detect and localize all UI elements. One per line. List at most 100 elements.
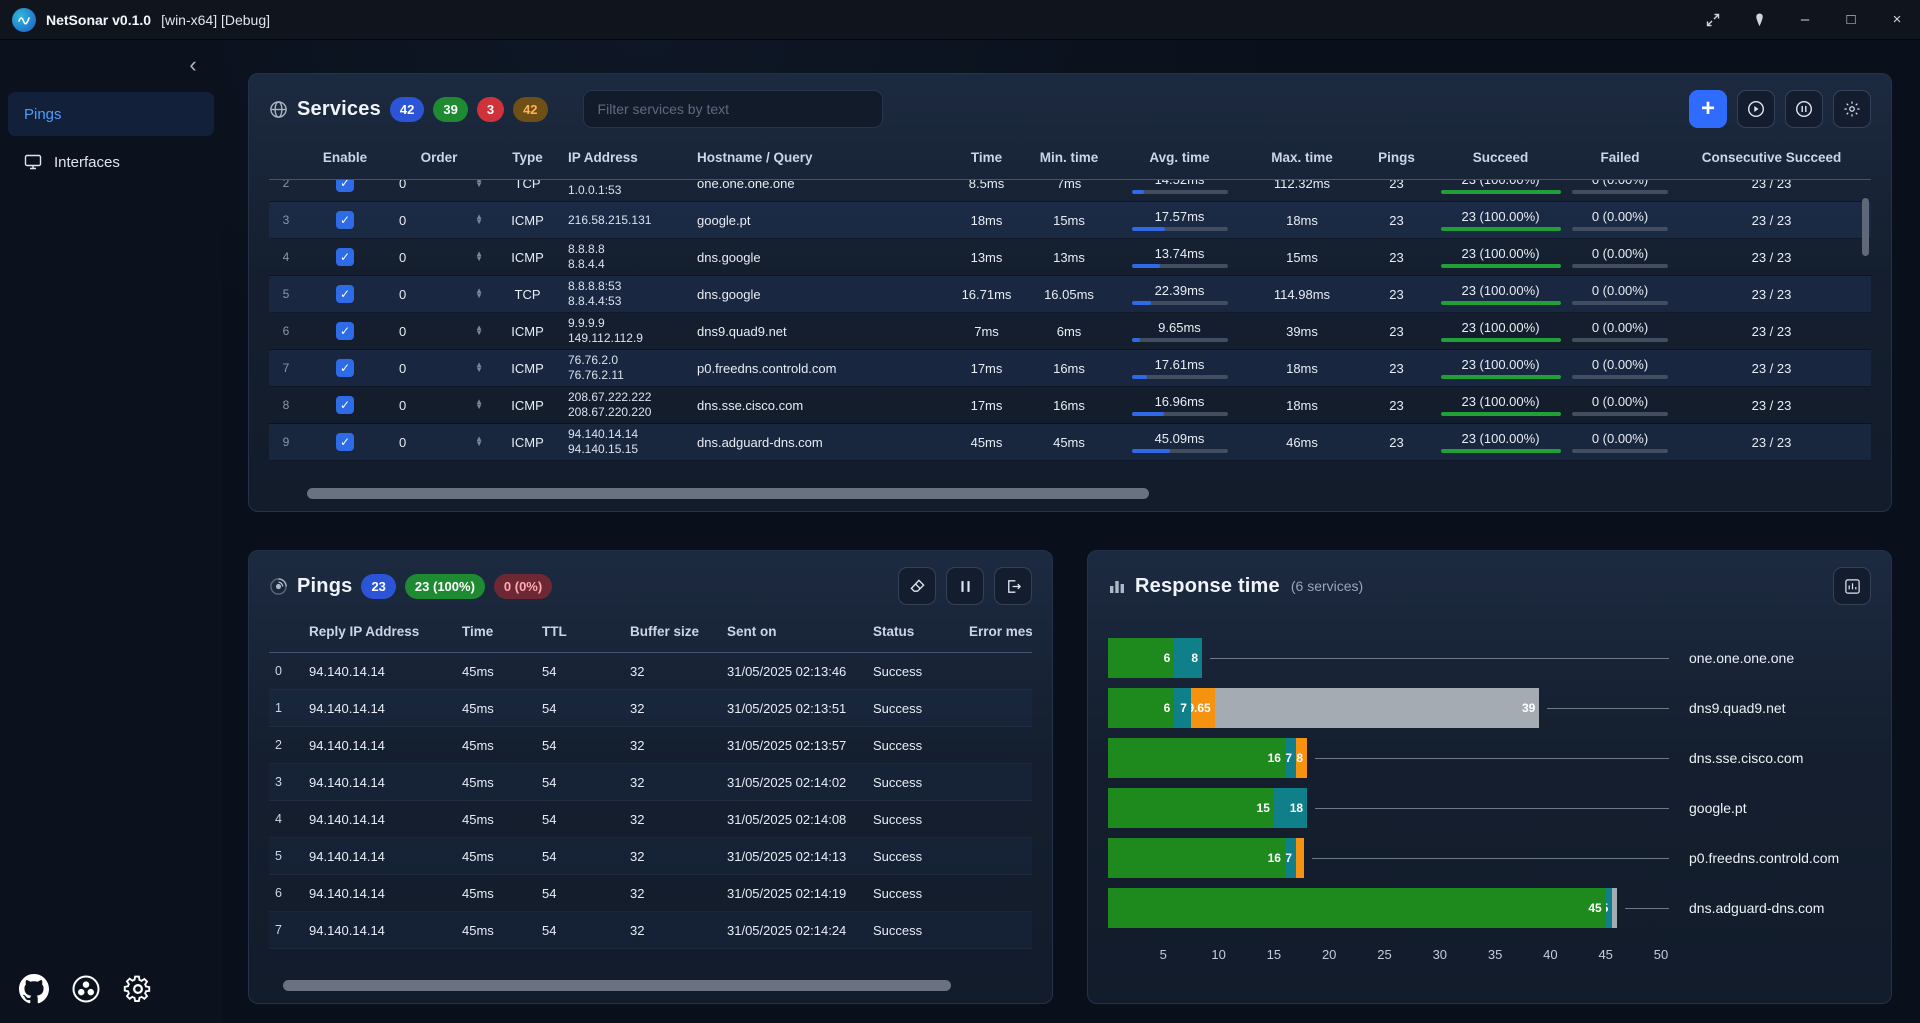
enable-checkbox[interactable]: ✓ [336, 433, 354, 451]
enable-checkbox[interactable]: ✓ [336, 322, 354, 340]
ping-row[interactable]: 794.140.14.1445ms543231/05/2025 02:14:24… [269, 912, 1032, 949]
services-horizontal-scrollbar[interactable] [275, 488, 1865, 499]
failed-value: 0 (0.00%) [1592, 283, 1648, 298]
failed-value: 0 (0.00%) [1592, 431, 1648, 446]
succeed-value: 23 (100.00%) [1461, 394, 1539, 409]
pause-all-button[interactable] [1785, 90, 1823, 128]
spinner-down-icon[interactable]: ▼ [475, 442, 483, 447]
spinner-down-icon[interactable]: ▼ [475, 331, 483, 336]
github-button[interactable] [14, 969, 54, 1009]
enable-checkbox[interactable]: ✓ [336, 359, 354, 377]
services-table-body: 2✓0▲▼TCP1.1.1.1:531.0.0.1:53one.one.one.… [269, 180, 1871, 461]
service-row[interactable]: 2✓0▲▼TCP1.1.1.1:531.0.0.1:53one.one.one.… [269, 180, 1871, 202]
chart-segment-min: 15 [1108, 788, 1274, 828]
spinner-down-icon[interactable]: ▼ [475, 220, 483, 225]
service-row[interactable]: 9✓0▲▼ICMP94.140.14.1494.140.15.15dns.adg… [269, 424, 1871, 461]
service-row[interactable]: 6✓0▲▼ICMP9.9.9.9149.112.112.9dns9.quad9.… [269, 313, 1871, 350]
services-column-header: Avg. time [1115, 150, 1244, 165]
chart-segment-min: 6 [1108, 638, 1174, 678]
type-cell: TCP [491, 287, 564, 302]
order-spinner[interactable]: ▲▼ [475, 363, 483, 373]
enable-checkbox[interactable]: ✓ [336, 396, 354, 414]
services-vertical-scrollbar[interactable] [1862, 198, 1869, 256]
service-row[interactable]: 4✓0▲▼ICMP8.8.8.88.8.4.4dns.google13ms13m… [269, 239, 1871, 276]
order-value: 0 [399, 361, 406, 376]
succeed-progress-track [1441, 375, 1561, 379]
order-cell: 0 ▲▼ [387, 180, 491, 191]
ping-row[interactable]: 394.140.14.1445ms543231/05/2025 02:14:02… [269, 764, 1032, 801]
spinner-down-icon[interactable]: ▼ [475, 257, 483, 262]
run-all-button[interactable] [1737, 90, 1775, 128]
avg-time-value: 22.39ms [1155, 283, 1205, 298]
ping-row[interactable]: 694.140.14.1445ms543231/05/2025 02:14:19… [269, 875, 1032, 912]
avg-progress-fill [1132, 190, 1144, 194]
fullscreen-button[interactable] [1690, 0, 1736, 39]
ping-time-cell: 45ms [460, 664, 540, 679]
order-spinner[interactable]: ▲▼ [475, 400, 483, 410]
ping-row[interactable]: 094.140.14.1445ms543231/05/2025 02:13:46… [269, 653, 1032, 690]
order-spinner[interactable]: ▲▼ [475, 326, 483, 336]
spinner-down-icon[interactable]: ▼ [475, 405, 483, 410]
spinner-down-icon[interactable]: ▼ [475, 294, 483, 299]
ping-row[interactable]: 594.140.14.1445ms543231/05/2025 02:14:13… [269, 838, 1032, 875]
pings-column-header: TTL [540, 624, 628, 639]
time-cell: 17ms [950, 361, 1023, 376]
chart-options-button[interactable] [1833, 567, 1871, 605]
minimize-button[interactable]: – [1782, 0, 1828, 39]
type-cell: ICMP [491, 361, 564, 376]
services-column-header: Max. time [1244, 150, 1360, 165]
app-subtitle: [win-x64] [Debug] [161, 12, 270, 28]
order-value: 0 [399, 180, 406, 191]
spinner-down-icon[interactable]: ▼ [475, 368, 483, 373]
service-row[interactable]: 7✓0▲▼ICMP76.76.2.076.76.2.11p0.freedns.c… [269, 350, 1871, 387]
enable-checkbox[interactable]: ✓ [336, 180, 354, 192]
close-button[interactable]: × [1874, 0, 1920, 39]
axis-tick-label: 10 [1211, 947, 1225, 962]
enable-checkbox[interactable]: ✓ [336, 285, 354, 303]
pings-horizontal-scrollbar[interactable] [275, 980, 1026, 991]
service-row[interactable]: 5✓0▲▼TCP8.8.8.8:538.8.4.4:53dns.google16… [269, 276, 1871, 313]
enable-checkbox[interactable]: ✓ [336, 211, 354, 229]
succeed-progress-fill [1441, 190, 1561, 194]
order-spinner[interactable]: ▲▼ [475, 289, 483, 299]
consecutive-succeed-cell: 23 / 23 [1672, 287, 1871, 302]
chart-service-label: dns.sse.cisco.com [1675, 733, 1871, 783]
avg-time-value: 45.09ms [1155, 431, 1205, 446]
sidebar-item-pings[interactable]: Pings [8, 92, 214, 136]
ip-address-cell: 76.76.2.076.76.2.11 [564, 353, 693, 383]
settings-button[interactable] [118, 969, 158, 1009]
pings-table-body: 094.140.14.1445ms543231/05/2025 02:13:46… [269, 653, 1032, 949]
succeed-value: 23 (100.00%) [1461, 320, 1539, 335]
service-row[interactable]: 3✓0▲▼ICMP216.58.215.131google.pt18ms15ms… [269, 202, 1871, 239]
spinner-down-icon[interactable]: ▼ [475, 183, 483, 188]
community-icon[interactable] [66, 969, 106, 1009]
add-service-button[interactable]: + [1689, 90, 1727, 128]
failed-value: 0 (0.00%) [1592, 394, 1648, 409]
clear-pings-button[interactable] [898, 567, 936, 605]
order-spinner[interactable]: ▲▼ [475, 180, 483, 188]
succeed-progress-fill [1441, 449, 1561, 453]
enable-checkbox[interactable]: ✓ [336, 248, 354, 266]
order-spinner[interactable]: ▲▼ [475, 215, 483, 225]
export-pings-button[interactable] [994, 567, 1032, 605]
maximize-button[interactable]: □ [1828, 0, 1874, 39]
pin-button[interactable] [1736, 0, 1782, 39]
pings-column-header: Sent on [725, 624, 871, 639]
service-row[interactable]: 8✓0▲▼ICMP208.67.222.222208.67.220.220dns… [269, 387, 1871, 424]
order-spinner[interactable]: ▲▼ [475, 437, 483, 447]
order-spinner[interactable]: ▲▼ [475, 252, 483, 262]
chart-service-label: p0.freedns.controld.com [1675, 833, 1871, 883]
ping-row[interactable]: 194.140.14.1445ms543231/05/2025 02:13:51… [269, 690, 1032, 727]
ping-row[interactable]: 494.140.14.1445ms543231/05/2025 02:14:08… [269, 801, 1032, 838]
sidebar-item-interfaces[interactable]: Interfaces [8, 140, 214, 184]
sidebar-collapse-button[interactable]: ‹ [178, 50, 208, 80]
ping-row[interactable]: 294.140.14.1445ms543231/05/2025 02:13:57… [269, 727, 1032, 764]
pause-pings-button[interactable] [946, 567, 984, 605]
axis-tick-label: 20 [1322, 947, 1336, 962]
axis-tick-label: 30 [1433, 947, 1447, 962]
avg-progress-fill [1132, 264, 1161, 268]
services-filter-input[interactable] [583, 90, 883, 128]
type-cell: ICMP [491, 435, 564, 450]
services-settings-button[interactable] [1833, 90, 1871, 128]
pings-title: Pings [297, 575, 352, 598]
